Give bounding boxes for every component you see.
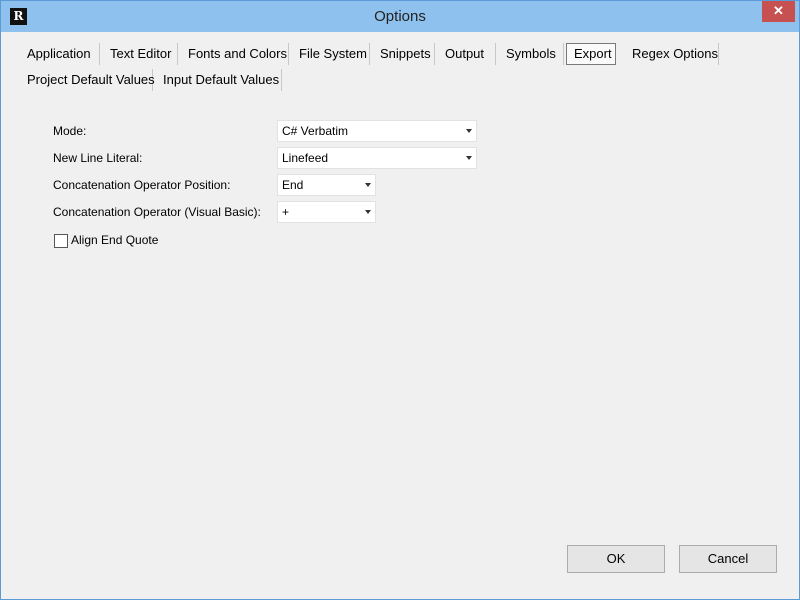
title-bar[interactable]: R Options ✕ bbox=[1, 1, 799, 32]
tab-snippets[interactable]: Snippets bbox=[370, 43, 435, 65]
new-line-literal-label: New Line Literal: bbox=[53, 151, 143, 165]
window-title: Options bbox=[374, 8, 426, 25]
mode-label: Mode: bbox=[53, 124, 87, 138]
tab-input-default-values[interactable]: Input Default Values bbox=[153, 69, 282, 91]
chevron-down-icon[interactable] bbox=[365, 210, 371, 214]
concat-vb-value: + bbox=[282, 205, 290, 219]
concat-position-combobox[interactable]: End bbox=[277, 174, 376, 196]
concat-position-label: Concatenation Operator Position: bbox=[53, 178, 231, 192]
tab-export[interactable]: Export bbox=[566, 43, 616, 65]
tab-text-editor[interactable]: Text Editor bbox=[100, 43, 178, 65]
chevron-down-icon[interactable] bbox=[466, 129, 472, 133]
tab-project-default-values[interactable]: Project Default Values bbox=[17, 69, 155, 91]
mode-combobox[interactable]: C# Verbatim bbox=[277, 120, 477, 142]
tab-output[interactable]: Output bbox=[435, 43, 496, 65]
mode-value: C# Verbatim bbox=[282, 124, 349, 138]
concat-vb-combobox[interactable]: + bbox=[277, 201, 376, 223]
cancel-button[interactable]: Cancel bbox=[679, 545, 777, 573]
tab-strip: Application Text Editor Fonts and Colors… bbox=[9, 32, 791, 96]
chevron-down-icon[interactable] bbox=[365, 183, 371, 187]
export-settings-panel: Mode: C# Verbatim New Line Literal: Line… bbox=[9, 96, 791, 593]
concat-vb-label: Concatenation Operator (Visual Basic): bbox=[53, 205, 261, 219]
ok-button[interactable]: OK bbox=[567, 545, 665, 573]
options-window: R Options ✕ Application Text Editor Font… bbox=[0, 0, 800, 600]
tab-file-system[interactable]: File System bbox=[289, 43, 370, 65]
tab-symbols[interactable]: Symbols bbox=[496, 43, 564, 65]
dialog-body: Application Text Editor Fonts and Colors… bbox=[9, 32, 791, 593]
new-line-literal-combobox[interactable]: Linefeed bbox=[277, 147, 477, 169]
tab-application[interactable]: Application bbox=[17, 43, 100, 65]
align-end-quote-label[interactable]: Align End Quote bbox=[71, 233, 158, 247]
tab-fonts-and-colors[interactable]: Fonts and Colors bbox=[178, 43, 289, 65]
tab-regex-options[interactable]: Regex Options bbox=[622, 43, 719, 65]
concat-position-value: End bbox=[282, 178, 304, 192]
chevron-down-icon[interactable] bbox=[466, 156, 472, 160]
align-end-quote-checkbox[interactable] bbox=[54, 234, 68, 248]
close-icon[interactable]: ✕ bbox=[762, 1, 795, 22]
new-line-literal-value: Linefeed bbox=[282, 151, 329, 165]
